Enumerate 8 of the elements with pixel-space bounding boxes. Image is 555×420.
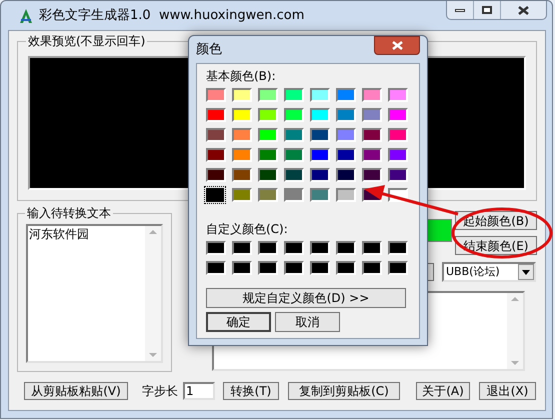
basic-colors-label: 基本颜色(B): — [206, 68, 277, 85]
group-title: 效果预览(不显示回车) — [26, 34, 148, 48]
step-label: 字步长 — [142, 383, 178, 400]
group-title: 输入待转换文本 — [25, 206, 113, 220]
dialog-title: 颜色 — [196, 40, 222, 59]
input-text: 河东软件园 — [28, 226, 90, 243]
custom-colors-label: 自定义颜色(C): — [206, 221, 289, 238]
window-title: 彩色文字生成器1.0 www.huoxingwen.com — [39, 6, 304, 25]
